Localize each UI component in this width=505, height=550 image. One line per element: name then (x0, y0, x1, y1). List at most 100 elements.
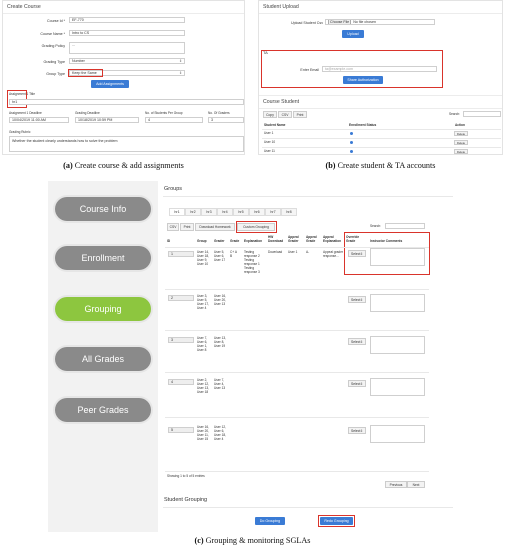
assignment-deadline-input[interactable]: 10/04/2019 11:00 AM (9, 117, 69, 123)
instructor-comment-box[interactable] (370, 425, 425, 443)
do-grouping-button[interactable]: Do Grouping (255, 517, 285, 525)
tab-hr2[interactable]: hr2 (185, 208, 201, 216)
assignment-title-input[interactable]: hr1 (9, 99, 244, 105)
csv-button[interactable]: CSV (278, 111, 292, 118)
groups-search-input[interactable] (385, 223, 425, 229)
group-type-highlight (68, 69, 103, 77)
enrollment-radio[interactable] (350, 141, 353, 144)
student-search-input[interactable] (463, 111, 501, 117)
download-homework-button[interactable]: Download Homework (195, 223, 235, 231)
group-id-field: 5 (168, 427, 194, 433)
group-members: User 3, User 5, User 17, User 4 (197, 294, 210, 310)
tab-hr4[interactable]: hr4 (217, 208, 233, 216)
redo-grouping-highlight (318, 515, 355, 527)
group-id-field: 4 (168, 379, 194, 385)
appeal-grade-header: Appeal Grade (306, 235, 317, 243)
add-assignments-button[interactable]: Add Assignments (91, 80, 129, 88)
enrollment-status-header: Enrollment Status (349, 123, 377, 127)
instructor-comment-box[interactable] (370, 336, 425, 354)
tab-hr5[interactable]: hr5 (233, 208, 249, 216)
assignment-title-label: Assignment 1 Title (9, 92, 36, 96)
student-upload-title: Student Upload (259, 1, 502, 14)
appeal-grade: A- (306, 250, 310, 254)
student-row-name: User 10 (264, 140, 276, 144)
override-grade-select[interactable]: Select (348, 427, 366, 434)
course-id-input[interactable]: EF-770 (69, 17, 185, 23)
instructor-comment-box[interactable] (370, 248, 425, 266)
group-graders: User 7, User 4, User 13 (214, 378, 226, 390)
course-student-title: Course Student (259, 95, 502, 109)
grading-type-select[interactable]: Number (69, 58, 185, 64)
number-of-graders-input[interactable]: 3 (208, 117, 244, 123)
override-grade-select[interactable]: Select (348, 296, 366, 303)
sidebar-peer-grades[interactable]: Peer Grades (55, 398, 151, 422)
override-grade-select[interactable]: Select (348, 380, 366, 387)
appeal-grader: User 1 (288, 250, 298, 254)
group-explanation: Testing response 2 Testing response 1 Te… (244, 250, 260, 274)
tab-hr8[interactable]: hr8 (281, 208, 297, 216)
group-id-field: 3 (168, 337, 194, 343)
override-grade-select[interactable]: Select (348, 250, 366, 257)
delete-button[interactable]: Delete (454, 131, 468, 136)
group-graders: User 16, User 20, User 13 (214, 294, 227, 306)
choose-file-button[interactable]: Choose File (328, 20, 352, 24)
sidebar-grouping[interactable]: Grouping (55, 297, 151, 321)
copy-button[interactable]: Copy (263, 111, 277, 118)
student-row-name: User 1 (264, 131, 274, 135)
print-button[interactable]: Print (293, 111, 307, 118)
group-id-field: 1 (168, 251, 194, 257)
student-row-name: User 11 (264, 149, 275, 153)
grading-rubric-label: Grading Rubric (9, 130, 31, 134)
enter-email-label: Enter Email (300, 68, 319, 72)
group-members: User 16, User 20, User 11, User 15 (197, 425, 210, 441)
grading-rubric-input[interactable]: Whether the student clearly understands … (9, 136, 244, 152)
enrollment-radio[interactable] (350, 150, 353, 153)
hw-download-link[interactable]: Download (268, 250, 282, 254)
create-course-title: Create Course (3, 1, 244, 14)
delete-button[interactable]: Delete (454, 140, 468, 145)
action-header: Action (455, 123, 465, 127)
delete-button[interactable]: Delete (454, 149, 468, 154)
caption-a: (a) Create course & add assignments (63, 161, 184, 170)
entries-info: Showing 1 to 5 of 5 entries (167, 474, 205, 478)
hw-download-header: HW Download (268, 235, 284, 243)
sidebar-enrollment[interactable]: Enrollment (55, 246, 151, 270)
students-per-group-label: No. of Students Per Group (145, 111, 183, 115)
groups-title: Groups (164, 186, 183, 192)
upload-csv-label: Upload Student Csv (291, 21, 323, 25)
course-name-input[interactable]: Intro to CS (69, 30, 185, 36)
grading-policy-input[interactable]: ... (69, 42, 185, 54)
previous-button[interactable]: Previous (385, 481, 407, 488)
sidebar-all-grades[interactable]: All Grades (55, 347, 151, 371)
custom-grouping-highlight (236, 221, 277, 233)
override-grade-select[interactable]: Select (348, 338, 366, 345)
ta-title: TA (263, 50, 268, 55)
csv-button[interactable]: CSV (167, 223, 179, 231)
explanation-header: Explanation (244, 239, 263, 243)
grading-deadline-input[interactable]: 10/18/2019 10:59 PM (75, 117, 139, 123)
share-authorization-button[interactable]: Share Authorization (343, 76, 383, 84)
upload-button[interactable]: Upload (342, 30, 364, 38)
appeal-explanation-header: Appeal Explanation (323, 235, 342, 243)
assignment-deadline-label: Assignment 1 Deadline (9, 111, 42, 115)
appeal-explanation: Appeal grader response... (323, 250, 344, 258)
instructor-comment-box[interactable] (370, 294, 425, 312)
student-upload-panel: Student Upload Upload Student Csv Choose… (258, 0, 503, 155)
tab-hr7[interactable]: hr7 (265, 208, 281, 216)
group-graders: User 12, User 6, User 18, User 4 (214, 425, 227, 441)
tab-hr1[interactable]: hr1 (169, 208, 185, 216)
tab-hr3[interactable]: hr3 (201, 208, 217, 216)
course-id-label: Course Id * (47, 19, 65, 23)
group-grades: C+ A B (230, 250, 237, 258)
students-per-group-input[interactable]: 4 (145, 117, 203, 123)
instructor-comment-box[interactable] (370, 378, 425, 396)
print-button[interactable]: Print (180, 223, 194, 231)
group-members: User 2, User 12, User 13, User 18 (197, 378, 210, 394)
ta-email-input[interactable]: ta@example.com (322, 66, 437, 72)
file-chooser[interactable]: Choose File No file chosen (325, 19, 435, 25)
sidebar-course-info[interactable]: Course Info (55, 197, 151, 221)
group-members: User 14, User 18, User 9, User 10 (197, 250, 210, 266)
tab-hr6[interactable]: hr6 (249, 208, 265, 216)
enrollment-radio[interactable] (350, 132, 353, 135)
next-button[interactable]: Next (407, 481, 425, 488)
